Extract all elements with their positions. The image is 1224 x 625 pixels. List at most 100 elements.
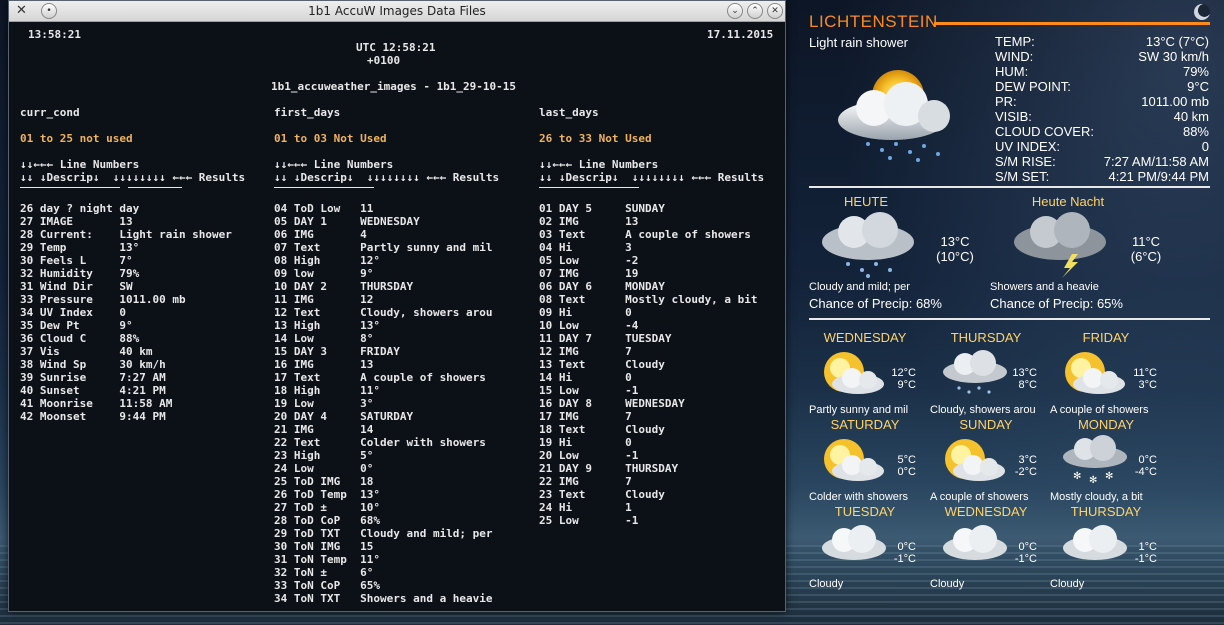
forecast-day: SATURDAY: [830, 417, 900, 432]
stat-row: CLOUD COVER: 88%: [995, 124, 1209, 139]
data-line: 09 Hi 0: [539, 306, 632, 319]
data-line: 08 High 12°: [274, 254, 380, 267]
data-line: 19 Hi 0: [539, 436, 632, 449]
data-line: 34 UV Index 0: [20, 306, 126, 319]
stat-value: 1011.00 mb: [1141, 94, 1209, 109]
stat-label: DEW POINT:: [995, 79, 1071, 94]
stat-value: 9°C: [1187, 79, 1209, 94]
forecast-low: -1°C: [893, 553, 916, 565]
data-line: 10 DAY 2 THURSDAY: [274, 280, 414, 293]
forecast-high: 13°C: [1012, 367, 1037, 379]
forecast-text: Cloudy: [1050, 578, 1085, 590]
close-button[interactable]: ✕: [767, 3, 783, 19]
forecast-day: THURSDAY: [950, 330, 1022, 345]
minimize-button[interactable]: ⌄: [727, 3, 743, 19]
stat-label: UV INDEX:: [995, 139, 1061, 154]
terminal-window[interactable]: ✕ • 1b1 AccuW Images Data Files ⌄ ⌃ ✕ 13…: [8, 0, 786, 612]
forecast-day: WEDNESDAY: [823, 330, 907, 345]
data-line: 25 Low -1: [539, 514, 639, 527]
city-underline: [934, 22, 1210, 25]
first-days-list: 04 ToD Low 11 05 DAY 1 WEDNESDAY 06 IMG 40…: [274, 202, 493, 605]
data-line: 36 Cloud C 88%: [20, 332, 140, 345]
data-line: 39 Sunrise 7:27 AM: [20, 371, 166, 384]
data-line: 12 Text Cloudy, showers arou: [274, 306, 493, 319]
tonight-precip: Chance of Precip: 65%: [990, 296, 1123, 311]
data-line: 26 day ? night day: [20, 202, 140, 215]
data-line: 41 Moonrise 11:58 AM: [20, 397, 173, 410]
data-line: 35 Dew Pt 9°: [20, 319, 133, 332]
data-line: 05 Low -2: [539, 254, 639, 267]
forecast-text: A couple of showers: [1050, 404, 1149, 416]
stat-value: SW 30 km/h: [1138, 49, 1209, 64]
stat-row: S/M RISE: 7:27 AM/11:58 AM: [995, 154, 1209, 169]
data-line: 06 DAY 6 MONDAY: [539, 280, 665, 293]
divider: [20, 187, 120, 188]
current-stats: TEMP: 13°C (7°C) WIND: SW 30 km/h HUM: 79% DEW…: [995, 34, 1209, 184]
forecast-low: 0°C: [897, 466, 916, 478]
data-line: 18 Text Cloudy: [539, 423, 665, 436]
column-header: ↓↓←←← Line Numbers: [20, 158, 140, 171]
data-line: 11 DAY 7 TUESDAY: [539, 332, 672, 345]
data-line: 25 ToD IMG 18: [274, 475, 374, 488]
data-line: 16 DAY 8 WEDNESDAY: [539, 397, 685, 410]
moon-icon: [1194, 4, 1210, 20]
data-line: 02 IMG 13: [539, 215, 639, 228]
stat-value: 4:21 PM/9:44 PM: [1108, 169, 1209, 184]
data-line: 18 High 11°: [274, 384, 380, 397]
stat-row: PR: 1011.00 mb: [995, 94, 1209, 109]
tonight-text: Showers and a heavie: [990, 281, 1099, 293]
divider: [539, 187, 639, 188]
forecast-day: WEDNESDAY: [944, 504, 1028, 519]
stat-label: S/M RISE:: [995, 154, 1056, 169]
forecast-high: 0°C: [1138, 454, 1157, 466]
data-line: 22 IMG 7: [539, 475, 632, 488]
forecast-day: TUESDAY: [834, 504, 896, 519]
utc-time: UTC 12:58:21: [356, 41, 436, 54]
local-time: 13:58:21: [28, 28, 81, 41]
data-line: 21 IMG 14: [274, 423, 374, 436]
data-line: 31 Wind Dir SW: [20, 280, 133, 293]
maximize-button[interactable]: ⌃: [747, 3, 763, 19]
stat-label: WIND:: [995, 49, 1034, 64]
forecast-text: Partly sunny and mil: [809, 404, 909, 416]
divider: [274, 187, 374, 188]
forecast-day: SUNDAY: [959, 417, 1013, 432]
data-line: 29 ToD TXT Cloudy and mild; per: [274, 527, 493, 540]
stat-label: HUM:: [995, 64, 1029, 79]
column-header: ↓↓ ↓Descrip↓ ↓↓↓↓↓↓↓↓ ←←← Results: [274, 171, 500, 184]
column-header: ↓↓ ↓Descrip↓ ↓↓↓↓↓↓↓↓ ←←← Results: [20, 171, 246, 184]
data-line: 10 Low -4: [539, 319, 639, 332]
stat-value: 40 km: [1173, 109, 1209, 124]
forecast-high: 0°C: [897, 541, 916, 553]
svg-text:✻: ✻: [1105, 471, 1113, 482]
forecast-text: Cloudy: [809, 578, 844, 590]
data-line: 04 ToD Low 11: [274, 202, 374, 215]
data-line: 13 High 13°: [274, 319, 380, 332]
column-note: 01 to 25 not used: [20, 132, 133, 145]
column-note: 01 to 03 Not Used: [274, 132, 387, 145]
today-temp: 13°C: [940, 234, 970, 249]
weather-widget[interactable]: LICHTENSTEIN Light rain shower TEMP: 13°C…: [800, 0, 1220, 625]
divider: [128, 187, 182, 188]
forecast-low: 8°C: [1018, 379, 1037, 391]
forecast-text: Colder with showers: [809, 491, 909, 503]
forecast-low: -2°C: [1014, 466, 1037, 478]
forecast-high: 11°C: [1133, 367, 1157, 379]
data-line: 13 Text Cloudy: [539, 358, 665, 371]
data-line: 04 Hi 3: [539, 241, 632, 254]
data-line: 40 Sunset 4:21 PM: [20, 384, 166, 397]
divider: [809, 186, 1210, 188]
forecast-text: Cloudy, showers arou: [930, 404, 1036, 416]
today-text: Cloudy and mild; per: [809, 281, 910, 293]
forecast-low: -1°C: [1134, 553, 1157, 565]
data-line: 03 Text A couple of showers: [539, 228, 751, 241]
column-header: ↓↓ ↓Descrip↓ ↓↓↓↓↓↓↓↓ ←←← Results: [539, 171, 765, 184]
data-line: 22 Text Colder with showers: [274, 436, 486, 449]
title-bar[interactable]: ✕ • 1b1 AccuW Images Data Files ⌄ ⌃ ✕: [9, 1, 785, 22]
stat-row: HUM: 79%: [995, 64, 1209, 79]
column-note: 26 to 33 Not Used: [539, 132, 652, 145]
data-line: 24 Low 0°: [274, 462, 374, 475]
stat-value: 79%: [1182, 64, 1209, 79]
forecast-high: 0°C: [1018, 541, 1037, 553]
terminal-content[interactable]: 13:58:21 UTC 12:58:21 +0100 17.11.2015 1…: [9, 22, 785, 611]
